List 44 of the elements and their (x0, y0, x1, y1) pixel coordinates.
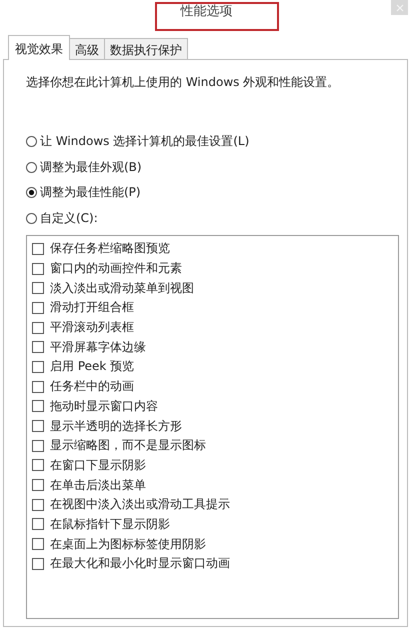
tab[interactable]: 高级 (69, 38, 105, 59)
checkbox[interactable] (32, 400, 44, 412)
checkbox-label: 启用 Peek 预览 (50, 358, 134, 376)
checkbox[interactable] (32, 262, 44, 275)
checkbox-label: 在最大化和最小化时显示窗口动画 (50, 555, 230, 572)
window-title: 性能选项 (180, 3, 232, 20)
checkbox[interactable] (32, 360, 44, 373)
checkbox-label: 在鼠标指针下显示阴影 (50, 516, 170, 533)
checkbox[interactable] (32, 538, 44, 550)
checkbox-label: 保存任务栏缩略图预览 (50, 240, 170, 258)
checkbox[interactable] (32, 420, 44, 432)
checkbox[interactable] (32, 302, 44, 314)
checkbox[interactable] (32, 498, 44, 511)
checkbox[interactable] (32, 518, 44, 530)
checkbox-label: 显示半透明的选择长方形 (50, 418, 182, 435)
checkbox-label: 拖动时显示窗口内容 (50, 398, 158, 415)
tab[interactable]: 数据执行保护 (104, 38, 188, 59)
checkbox-label: 窗口内的动画控件和元素 (50, 260, 182, 278)
checkbox[interactable] (32, 380, 44, 393)
checkbox-label: 显示缩略图，而不是显示图标 (50, 437, 206, 454)
description-text: 选择你想在此计算机上使用的 Windows 外观和性能设置。 (26, 74, 340, 91)
checkbox-label: 在单击后淡出菜单 (50, 476, 146, 494)
checkbox[interactable] (32, 440, 44, 452)
checkbox[interactable] (32, 459, 44, 472)
checkbox-label: 淡入淡出或滑动菜单到视图 (50, 280, 194, 297)
checkbox[interactable] (32, 282, 44, 294)
radio-option[interactable]: 自定义(C): (26, 206, 98, 231)
checkbox-label: 平滑滚动列表框 (50, 319, 134, 336)
checkbox-label: 滑动打开组合框 (50, 299, 134, 316)
checkbox[interactable] (32, 479, 44, 492)
checkbox-label: 在视图中淡入淡出或滑动工具提示 (50, 496, 230, 514)
tab[interactable]: 视觉效果 (8, 35, 70, 60)
checkbox[interactable] (32, 558, 44, 570)
close-icon (396, 4, 404, 12)
radio-option[interactable]: 调整为最佳外观(B) (26, 154, 142, 180)
checkbox-label: 平滑屏幕字体边缘 (50, 338, 146, 356)
checkbox[interactable] (32, 322, 44, 334)
checkbox-label: 在窗口下显示阴影 (50, 456, 146, 474)
checkbox[interactable] (32, 242, 44, 255)
radio-option[interactable]: 让 Windows 选择计算机的最佳设置(L) (26, 129, 250, 154)
checkbox-label: 任务栏中的动画 (50, 378, 134, 396)
checkbox-label: 在桌面上为图标标签使用阴影 (50, 536, 206, 553)
checkbox[interactable] (32, 341, 44, 354)
radio-option[interactable]: 调整为最佳性能(P) (26, 180, 141, 206)
